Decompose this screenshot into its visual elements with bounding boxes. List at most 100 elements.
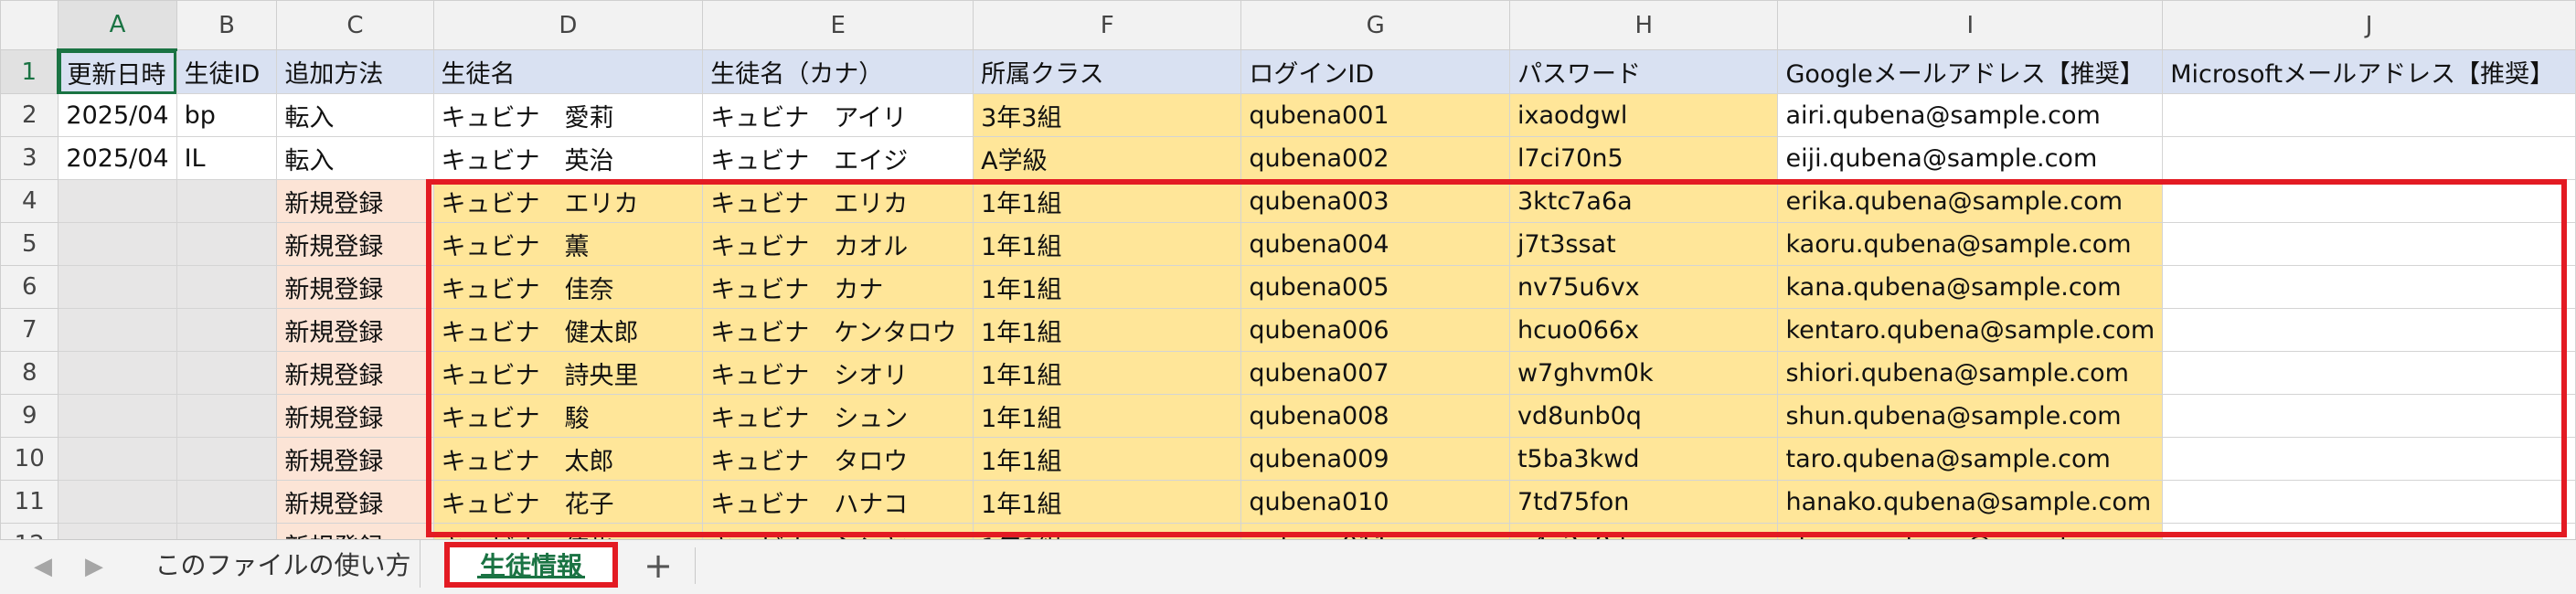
- cell-google-email[interactable]: shinya.qubena@sample.com: [1777, 523, 2164, 539]
- cell-login-id[interactable]: qubena008: [1240, 394, 1510, 438]
- cell-class[interactable]: 1年1組: [973, 308, 1242, 352]
- cell-student-name[interactable]: キュビナ 駿: [432, 394, 704, 438]
- select-all-corner[interactable]: [0, 0, 59, 50]
- cell-google-email[interactable]: shun.qubena@sample.com: [1777, 394, 2164, 438]
- header-cell-student-kana[interactable]: 生徒名（カナ）: [702, 49, 974, 94]
- cell-password[interactable]: hcuo066x: [1508, 308, 1779, 352]
- column-header-c[interactable]: C: [276, 0, 434, 50]
- cell-google-email[interactable]: kaoru.qubena@sample.com: [1777, 222, 2164, 266]
- cell-google-email[interactable]: kana.qubena@sample.com: [1777, 265, 2164, 309]
- cell-student-kana[interactable]: キュビナ アイリ: [702, 93, 974, 137]
- cell-class[interactable]: 1年1組: [973, 480, 1242, 524]
- cell-microsoft-email[interactable]: [2162, 437, 2576, 481]
- row-header[interactable]: 6: [0, 265, 59, 309]
- row-header[interactable]: 5: [0, 222, 59, 266]
- cell-student-kana[interactable]: キュビナ ケンタロウ: [702, 308, 974, 352]
- cell-class[interactable]: 1年1組: [973, 265, 1242, 309]
- cell-table[interactable]: A B C D E F G H I J 1 更新日時 生徒ID 追加方法 生徒名…: [0, 0, 2576, 539]
- cell-password[interactable]: nv75u6vx: [1508, 265, 1779, 309]
- header-cell-add-method[interactable]: 追加方法: [276, 49, 434, 94]
- cell-updated-date[interactable]: [58, 265, 177, 309]
- cell-login-id[interactable]: qubena010: [1240, 480, 1510, 524]
- cell-microsoft-email[interactable]: [2162, 523, 2576, 539]
- cell-password[interactable]: ixaodgwl: [1508, 93, 1779, 137]
- cell-student-kana[interactable]: キュビナ ハナコ: [702, 480, 974, 524]
- cell-student-id[interactable]: [176, 351, 278, 395]
- cell-password[interactable]: 7td75fon: [1508, 480, 1779, 524]
- cell-password[interactable]: j7t3ssat: [1508, 222, 1779, 266]
- cell-student-id[interactable]: [176, 480, 278, 524]
- cell-password[interactable]: l7ci70n5: [1508, 136, 1779, 180]
- cell-student-kana[interactable]: キュビナ カオル: [702, 222, 974, 266]
- sheet-tab-how-to-use[interactable]: このファイルの使い方: [146, 540, 420, 588]
- cell-google-email[interactable]: erika.qubena@sample.com: [1777, 179, 2164, 223]
- cell-microsoft-email[interactable]: [2162, 265, 2576, 309]
- cell-student-name[interactable]: キュビナ 詩央里: [432, 351, 704, 395]
- header-cell-microsoft-email[interactable]: Microsoftメールアドレス【推奨】: [2162, 49, 2576, 94]
- header-cell-login-id[interactable]: ログインID: [1240, 49, 1510, 94]
- column-header-e[interactable]: E: [702, 0, 974, 50]
- header-cell-password[interactable]: パスワード: [1508, 49, 1779, 94]
- plus-icon[interactable]: +: [636, 546, 680, 586]
- cell-add-method[interactable]: 新規登録: [276, 222, 434, 266]
- cell-google-email[interactable]: shiori.qubena@sample.com: [1777, 351, 2164, 395]
- cell-login-id[interactable]: qubena002: [1240, 136, 1510, 180]
- cell-login-id[interactable]: qubena004: [1240, 222, 1510, 266]
- header-cell-google-email[interactable]: Googleメールアドレス【推奨】: [1777, 49, 2164, 94]
- cell-microsoft-email[interactable]: [2162, 179, 2576, 223]
- row-header[interactable]: 2: [0, 93, 59, 137]
- cell-student-id[interactable]: [176, 394, 278, 438]
- column-header-i[interactable]: I: [1777, 0, 2164, 50]
- sheet-tab-student-info[interactable]: 生徒情報: [444, 542, 618, 588]
- cell-student-kana[interactable]: キュビナ シオリ: [702, 351, 974, 395]
- cell-add-method[interactable]: 新規登録: [276, 437, 434, 481]
- cell-add-method[interactable]: 新規登録: [276, 265, 434, 309]
- column-header-b[interactable]: B: [176, 0, 278, 50]
- cell-student-name[interactable]: キュビナ 花子: [432, 480, 704, 524]
- cell-student-id[interactable]: [176, 523, 278, 539]
- cell-student-name[interactable]: キュビナ 太郎: [432, 437, 704, 481]
- cell-class[interactable]: 1年1組: [973, 351, 1242, 395]
- cell-password[interactable]: vd8unb0q: [1508, 394, 1779, 438]
- cell-student-id[interactable]: bp: [176, 93, 278, 137]
- header-cell-student-id[interactable]: 生徒ID: [176, 49, 278, 94]
- cell-add-method[interactable]: 新規登録: [276, 523, 434, 539]
- row-header[interactable]: 12: [0, 523, 59, 539]
- row-header[interactable]: 11: [0, 480, 59, 524]
- cell-updated-date[interactable]: [58, 351, 177, 395]
- cell-add-method[interactable]: 新規登録: [276, 351, 434, 395]
- cell-student-id[interactable]: [176, 308, 278, 352]
- column-header-f[interactable]: F: [973, 0, 1242, 50]
- column-header-h[interactable]: H: [1508, 0, 1779, 50]
- cell-student-name[interactable]: キュビナ 佳奈: [432, 265, 704, 309]
- column-header-g[interactable]: G: [1240, 0, 1510, 50]
- column-header-d[interactable]: D: [432, 0, 704, 50]
- cell-student-name[interactable]: キュビナ 薫: [432, 222, 704, 266]
- header-cell-class[interactable]: 所属クラス: [973, 49, 1242, 94]
- cell-login-id[interactable]: qubena005: [1240, 265, 1510, 309]
- cell-updated-date[interactable]: [58, 437, 177, 481]
- cell-microsoft-email[interactable]: [2162, 351, 2576, 395]
- row-header[interactable]: 1: [0, 49, 60, 94]
- cell-google-email[interactable]: kentaro.qubena@sample.com: [1777, 308, 2164, 352]
- cell-password[interactable]: w7ghvm0k: [1508, 351, 1779, 395]
- cell-student-kana[interactable]: キュビナ カナ: [702, 265, 974, 309]
- cell-class[interactable]: 1年1組: [973, 394, 1242, 438]
- cell-updated-date[interactable]: 2025/04: [58, 93, 177, 137]
- cell-google-email[interactable]: eiji.qubena@sample.com: [1777, 136, 2164, 180]
- cell-student-name[interactable]: キュビナ 健太郎: [432, 308, 704, 352]
- cell-login-id[interactable]: qubena003: [1240, 179, 1510, 223]
- column-header-j[interactable]: J: [2162, 0, 2576, 50]
- cell-password[interactable]: x4n2q8dp: [1508, 523, 1779, 539]
- cell-login-id[interactable]: qubena007: [1240, 351, 1510, 395]
- cell-class[interactable]: 1年1組: [973, 437, 1242, 481]
- row-header[interactable]: 4: [0, 179, 59, 223]
- cell-add-method[interactable]: 新規登録: [276, 480, 434, 524]
- cell-student-id[interactable]: IL: [176, 136, 278, 180]
- cell-login-id[interactable]: qubena001: [1240, 93, 1510, 137]
- cell-microsoft-email[interactable]: [2162, 394, 2576, 438]
- cell-password[interactable]: t5ba3kwd: [1508, 437, 1779, 481]
- row-header[interactable]: 7: [0, 308, 59, 352]
- row-header[interactable]: 9: [0, 394, 59, 438]
- cell-login-id[interactable]: qubena006: [1240, 308, 1510, 352]
